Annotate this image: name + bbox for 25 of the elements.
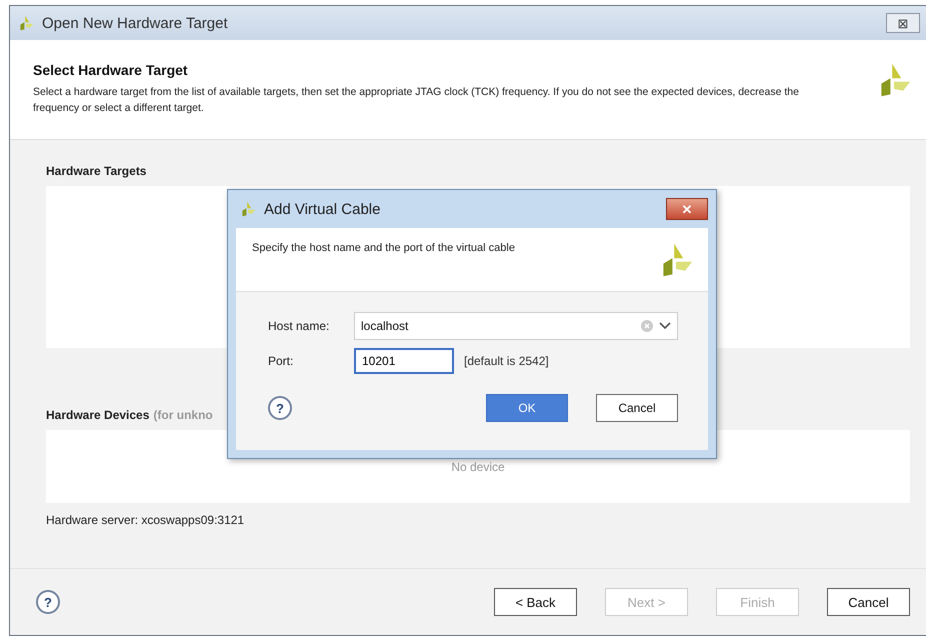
close-button[interactable]: ⊠ [886,13,920,33]
port-field[interactable]: 10201 [354,348,454,374]
dialog-button[interactable]: Cancel [596,394,678,422]
server-label: Hardware server: xcoswapps09:3121 [46,513,246,527]
page-title: Select Hardware Target [33,62,189,78]
page-description: Select a hardware target from the list of available targets, then set the appropriate JTAG clock (TCK) frequency. If you do not see the expected devices, decrease the frequency or select a different target. [33,85,800,116]
wizard-button[interactable]: < Back [494,588,577,616]
dialog-description: Specify the host name and the port of the virtual cable [252,242,516,256]
field-label: Host name: [268,319,330,333]
dialog-title: Add Virtual Cable [264,200,382,218]
port-hint: [default is 2542] [464,354,549,368]
section-label: Hardware Targets [46,164,146,178]
help-button[interactable]: ? [36,590,60,614]
help-button[interactable]: ? [268,396,292,420]
logo-icon [240,201,256,217]
chevron-down-icon[interactable] [659,322,671,330]
wizard-button[interactable]: Cancel [827,588,910,616]
empty-message: No device [451,460,505,474]
dialog-button[interactable]: OK [486,394,568,422]
logo-icon [18,15,34,31]
field-label: Port: [268,354,294,368]
window-title: Open New Hardware Target [42,14,229,32]
section-note: (for unkno [153,408,213,422]
host-combo[interactable]: localhost [354,312,678,340]
section-label: Hardware Devices [46,408,150,422]
